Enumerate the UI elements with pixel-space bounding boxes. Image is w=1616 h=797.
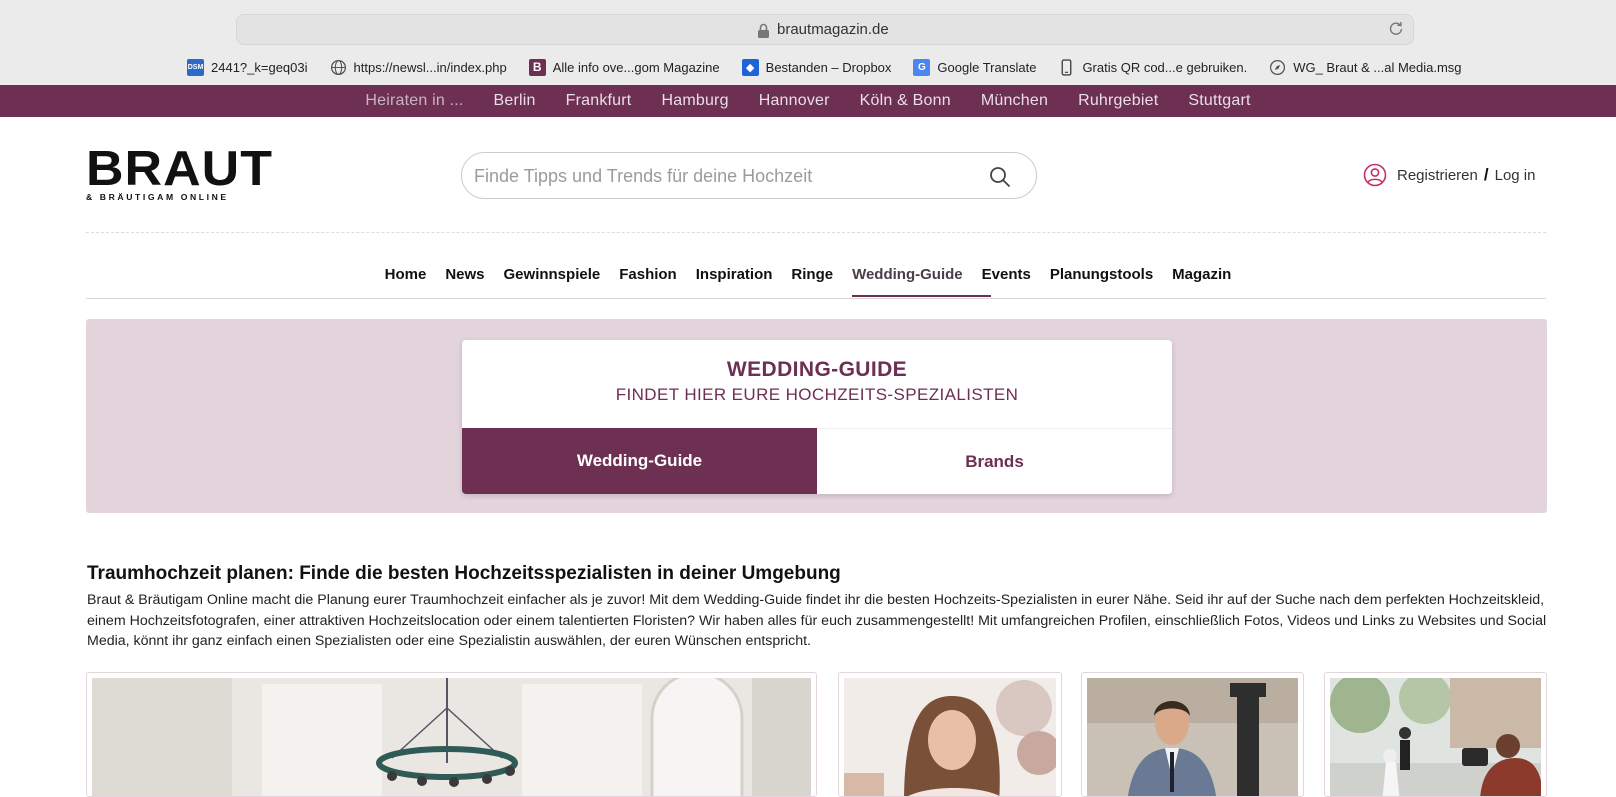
tab-brands[interactable]: Brands (817, 428, 1172, 494)
bookmark-item[interactable]: B Alle info ove...gom Magazine (528, 58, 720, 76)
groom-photo (1087, 678, 1298, 796)
dsm-icon: DSM (187, 58, 204, 76)
nav-active-indicator (852, 295, 991, 297)
account-links: Registrieren / Log in (1363, 163, 1535, 187)
bride-photo (844, 678, 1056, 796)
main-nav: Home News Gewinnspiele Fashion Inspirati… (0, 250, 1616, 298)
user-icon[interactable] (1363, 163, 1387, 187)
nav-news[interactable]: News (445, 258, 484, 291)
city-link-frankfurt[interactable]: Frankfurt (566, 92, 632, 110)
city-link-hamburg[interactable]: Hamburg (661, 92, 728, 110)
city-link-stuttgart[interactable]: Stuttgart (1188, 92, 1250, 110)
section-description: Braut & Bräutigam Online macht die Planu… (87, 592, 1547, 649)
feature-card-groom[interactable] (1081, 672, 1304, 797)
reload-icon[interactable] (1388, 20, 1404, 36)
phone-icon (1061, 58, 1072, 76)
register-link[interactable]: Registrieren (1397, 167, 1478, 184)
tab-wedding-guide[interactable]: Wedding-Guide (462, 428, 817, 494)
compass-icon (1270, 59, 1286, 75)
nav-home[interactable]: Home (385, 258, 427, 291)
nav-gewinnspiele[interactable]: Gewinnspiele (504, 258, 601, 291)
bookmark-item[interactable]: G Google Translate (913, 58, 1036, 76)
nav-fashion[interactable]: Fashion (619, 258, 677, 291)
dropbox-icon: ◆ (741, 58, 759, 76)
city-link-koeln-bonn[interactable]: Köln & Bonn (860, 92, 951, 110)
bookmark-item[interactable]: Gratis QR cod...e gebruiken. (1058, 58, 1247, 76)
nav-magazin[interactable]: Magazin (1172, 258, 1231, 291)
login-link[interactable]: Log in (1495, 167, 1536, 184)
site-logo[interactable]: BRAUT & BRÄUTIGAM ONLINE (86, 141, 273, 202)
nav-ringe[interactable]: Ringe (791, 258, 833, 291)
logo-wordmark: BRAUT (86, 141, 273, 197)
bookmarks-bar: DSM 2441?_k=geq03i https://newsl...in/in… (187, 57, 1484, 77)
feature-card-location[interactable] (86, 672, 817, 797)
photographer-photo (1330, 678, 1541, 796)
city-link-muenchen[interactable]: München (981, 92, 1048, 110)
account-separator: / (1483, 165, 1489, 184)
section-heading: Traumhochzeit planen: Finde die besten H… (87, 563, 841, 584)
nav-inspiration[interactable]: Inspiration (696, 258, 773, 291)
globe-icon (330, 59, 346, 75)
nav-events[interactable]: Events (982, 258, 1031, 291)
address-url[interactable]: brautmagazin.de (777, 21, 889, 38)
city-link-hannover[interactable]: Hannover (759, 92, 830, 110)
wedding-guide-card: WEDDING-GUIDE FINDET HIER EURE HOCHZEITS… (462, 340, 1172, 494)
feature-card-photographer[interactable] (1324, 672, 1547, 797)
header-divider (86, 232, 1546, 233)
search-box (461, 152, 1037, 199)
search-input[interactable] (474, 163, 954, 189)
lock-icon (758, 23, 769, 38)
location-photo (92, 678, 811, 796)
search-icon[interactable] (988, 165, 1012, 189)
city-link-ruhrgebiet[interactable]: Ruhrgebiet (1078, 92, 1158, 110)
translate-icon: G (913, 58, 931, 76)
bookmark-item[interactable]: DSM 2441?_k=geq03i (187, 58, 308, 76)
city-link-berlin[interactable]: Berlin (494, 92, 536, 110)
b-logo-icon: B (528, 58, 546, 76)
city-bar-intro: Heiraten in ... (365, 92, 464, 109)
nav-wedding-guide[interactable]: Wedding-Guide (852, 258, 963, 291)
hero-title: WEDDING-GUIDE (726, 358, 908, 381)
bookmark-item[interactable]: WG_ Braut & ...al Media.msg (1269, 59, 1462, 76)
bookmark-item[interactable]: ◆ Bestanden – Dropbox (741, 58, 891, 76)
hero-subtitle: FINDET HIER EURE HOCHZEITS-SPEZIALISTEN (615, 385, 1019, 404)
feature-card-bride[interactable] (838, 672, 1062, 797)
city-bar: Heiraten in ... Berlin Frankfurt Hamburg… (0, 85, 1616, 117)
nav-divider (86, 298, 1546, 299)
nav-planungstools[interactable]: Planungstools (1050, 258, 1153, 291)
bookmark-item[interactable]: https://newsl...in/index.php (330, 59, 507, 76)
